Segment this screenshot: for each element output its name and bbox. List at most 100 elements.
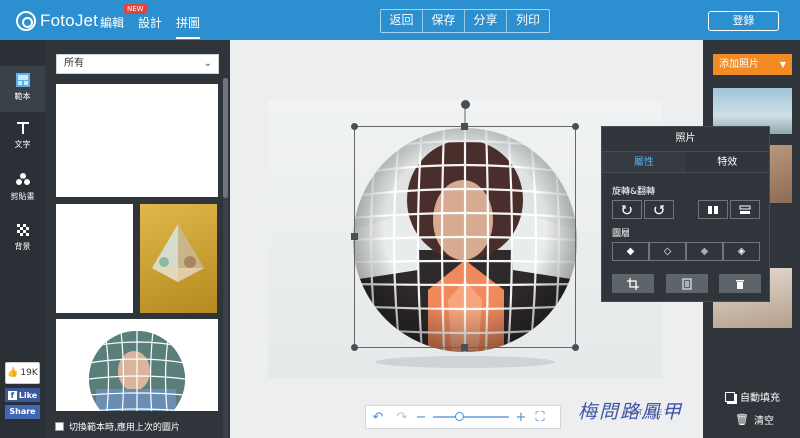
properties-tabs: 屬性 特效: [602, 151, 769, 173]
like-count-box: 👍 19K: [5, 362, 40, 384]
resize-handle-bl[interactable]: [351, 344, 358, 351]
like-count: 19K: [20, 368, 38, 378]
template-thumbnail-sphere[interactable]: [56, 319, 218, 411]
new-badge: NEW: [124, 4, 147, 14]
rail-item-label: 文字: [14, 140, 31, 149]
rail-item-label: 背景: [14, 242, 31, 251]
template-thumbnail-blank-wide[interactable]: [56, 84, 218, 197]
rail-item-label: 範本: [14, 92, 31, 101]
rotate-left-button[interactable]: [612, 200, 642, 219]
zoom-in-icon[interactable]: +: [514, 410, 528, 425]
send-backward-icon: ◆: [700, 246, 709, 257]
rotate-flip-label: 旋轉&翻轉: [612, 187, 656, 197]
text-icon: [16, 122, 29, 134]
logo-text: FotoJet: [40, 11, 99, 30]
facebook-like-button[interactable]: f Like: [5, 388, 40, 402]
duplicate-button[interactable]: [666, 274, 708, 293]
zoom-slider-knob[interactable]: [455, 412, 464, 421]
nav-collage[interactable]: 拼圖: [176, 14, 201, 39]
template-thumbnail-blank-tall[interactable]: [56, 204, 133, 313]
trash-icon: 🗑: [735, 413, 749, 426]
send-backward-button[interactable]: ◆: [686, 242, 723, 261]
crop-button[interactable]: [612, 274, 654, 293]
template-scrollbar[interactable]: [223, 78, 228, 438]
flip-horizontal-button[interactable]: [698, 200, 728, 219]
fit-screen-icon[interactable]: ⛶: [528, 410, 552, 425]
nav-design-label: 設計: [138, 16, 163, 30]
resize-handle-top[interactable]: [461, 123, 468, 130]
zoom-out-icon[interactable]: −: [414, 410, 428, 425]
duplicate-icon: [682, 278, 692, 289]
zoom-slider[interactable]: [433, 412, 509, 421]
background-icon: [16, 224, 29, 236]
apply-last-images-toggle[interactable]: 切換範本時,應用上次的圖片: [55, 420, 180, 433]
add-photo-button[interactable]: 添加照片 ▼: [713, 54, 792, 75]
thumbs-up-icon: 👍: [7, 368, 19, 378]
autofill-icon: [725, 391, 735, 402]
nav-edit[interactable]: 編輯 NEW: [100, 4, 147, 39]
nav-collage-label: 拼圖: [176, 16, 201, 30]
nav-design[interactable]: 設計: [138, 14, 162, 39]
properties-title: 照片: [675, 133, 696, 144]
flip-vertical-button[interactable]: [730, 200, 760, 219]
photo-properties-panel: 照片 屬性 特效 旋轉&翻轉 圖層 ◆ ◇ ◆ ◈: [601, 126, 770, 302]
tool-rail: 範本 文字 剪貼畫 背景 👍 19K f Like Share: [0, 40, 45, 438]
facebook-icon: f: [7, 390, 17, 400]
add-photo-label: 添加照片: [719, 59, 759, 70]
resize-handle-left[interactable]: [351, 233, 358, 240]
rotate-right-button[interactable]: [644, 200, 674, 219]
rail-item-background[interactable]: 背景: [0, 216, 45, 262]
bring-forward-icon: ◇: [663, 246, 672, 257]
bring-forward-button[interactable]: ◇: [649, 242, 686, 261]
send-to-back-button[interactable]: ◈: [723, 242, 760, 261]
resize-handle-bottom[interactable]: [461, 344, 468, 351]
template-thumbnail-pyramid[interactable]: [140, 204, 217, 313]
tab-effects[interactable]: 特效: [686, 152, 770, 172]
crop-icon: [627, 277, 639, 290]
fotojet-logo[interactable]: FotoJet: [16, 10, 98, 32]
rotate-handle[interactable]: [461, 100, 470, 109]
save-button[interactable]: 保存: [423, 10, 465, 32]
autofill-label: 自動填充: [740, 393, 780, 404]
sphere-template-preview: [89, 331, 185, 411]
clipart-icon: [15, 173, 30, 185]
resize-handle-tr[interactable]: [572, 123, 579, 130]
clear-button[interactable]: 🗑 清空: [735, 412, 774, 427]
undo-icon[interactable]: ↶: [366, 410, 390, 425]
resize-handle-br[interactable]: [572, 344, 579, 351]
action-button-group: 返回 保存 分享 列印: [380, 9, 550, 33]
back-button[interactable]: 返回: [381, 10, 423, 32]
main-nav: 編輯 NEW 設計 拼圖: [100, 4, 201, 39]
rail-item-label: 剪貼畫: [10, 192, 35, 201]
rail-item-text[interactable]: 文字: [0, 114, 45, 160]
bring-to-front-icon: ◆: [626, 246, 635, 257]
rail-item-template[interactable]: 範本: [0, 66, 45, 112]
trash-icon: [736, 279, 744, 289]
dropdown-triangle-icon: ▼: [779, 60, 786, 69]
login-button[interactable]: 登錄: [708, 11, 779, 31]
nav-edit-label: 編輯: [100, 16, 125, 30]
blog-watermark: 梅問路鳳甲: [578, 401, 684, 423]
rotate-right-icon: [654, 204, 664, 214]
redo-icon[interactable]: ↷: [390, 410, 414, 425]
layer-label: 圖層: [612, 229, 631, 239]
print-button[interactable]: 列印: [507, 10, 549, 32]
template-icon: [15, 73, 30, 87]
share-button[interactable]: 分享: [465, 10, 507, 32]
chevron-down-icon: ⌄: [203, 58, 212, 69]
rail-item-clipart[interactable]: 剪貼畫: [0, 166, 45, 212]
autofill-button[interactable]: 自動填充: [725, 389, 780, 404]
facebook-like-label: Like: [18, 390, 38, 400]
zoom-toolbar: ↶ ↷ − + ⛶: [365, 405, 561, 429]
facebook-share-button[interactable]: Share: [5, 405, 40, 419]
apply-last-images-checkbox[interactable]: [55, 422, 64, 431]
scrollbar-thumb[interactable]: [223, 78, 228, 198]
resize-handle-tl[interactable]: [351, 123, 358, 130]
tab-attributes[interactable]: 屬性: [602, 152, 686, 172]
bring-to-front-button[interactable]: ◆: [612, 242, 649, 261]
rotate-left-icon: [622, 204, 632, 214]
delete-button[interactable]: [719, 274, 761, 293]
fotojet-logo-icon: [16, 11, 36, 31]
pyramid-template-preview: [152, 224, 204, 282]
template-filter-select[interactable]: 所有 ⌄: [56, 54, 219, 74]
